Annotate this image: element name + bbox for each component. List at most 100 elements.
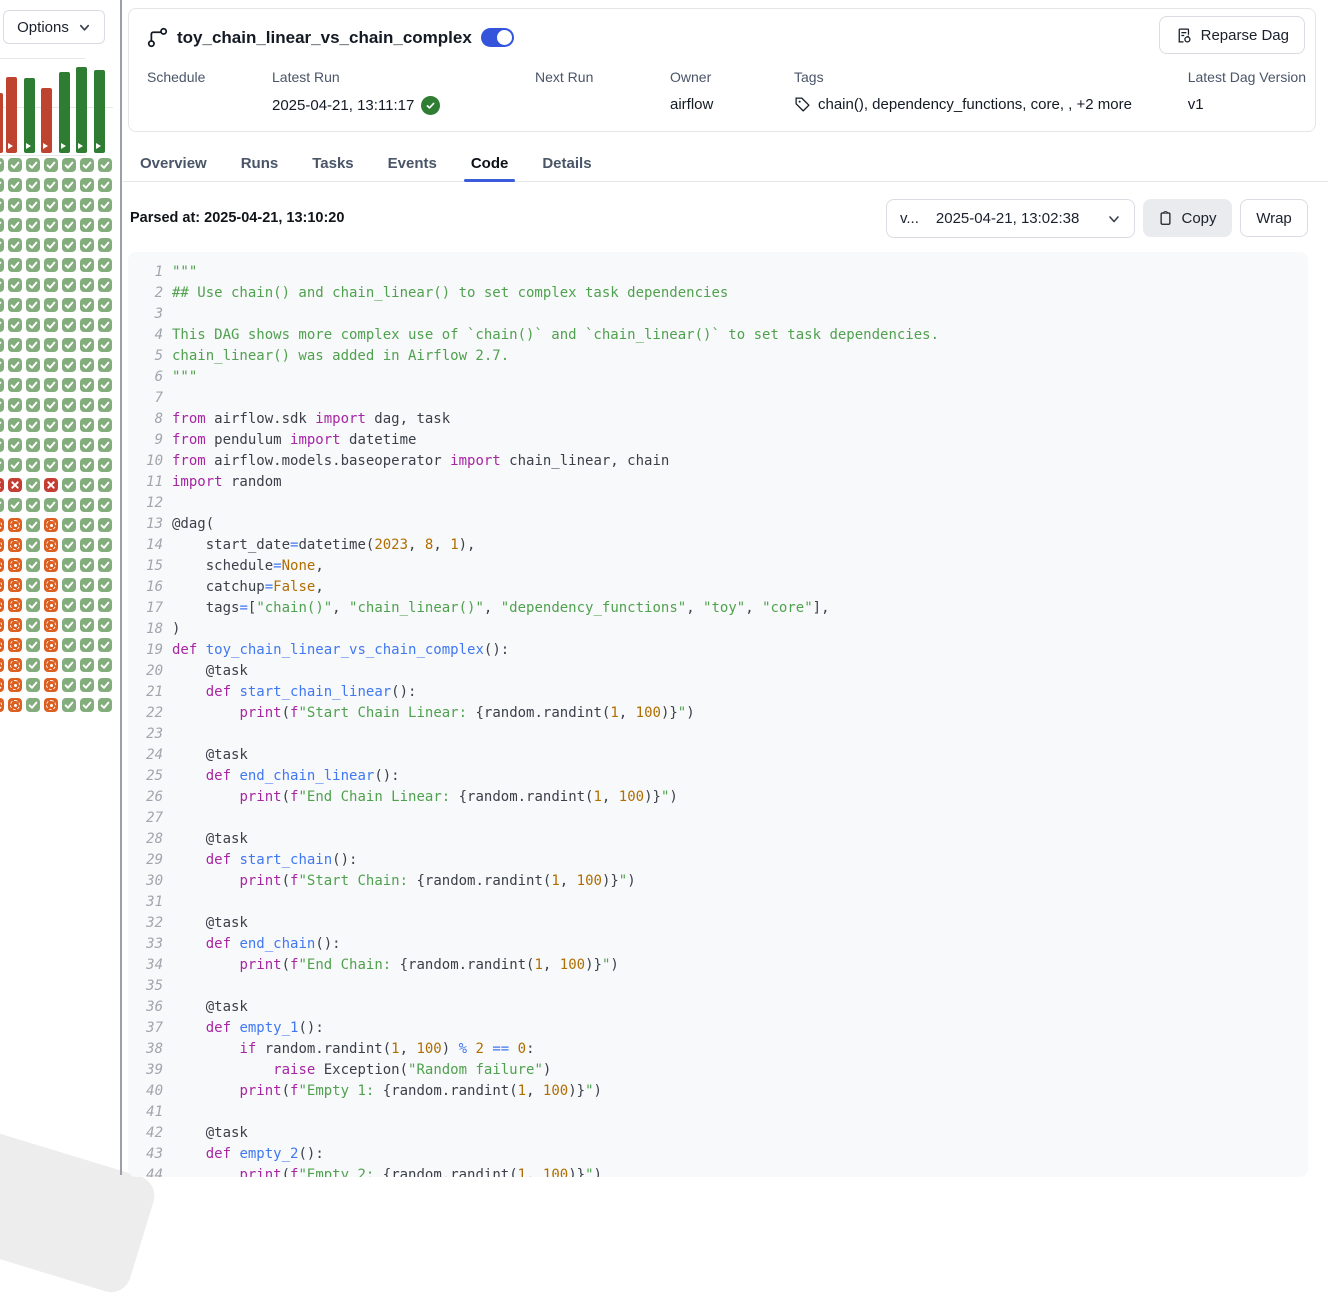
tab-code[interactable]: Code	[469, 145, 511, 181]
task-success-icon[interactable]	[62, 218, 76, 232]
dag-run-bar[interactable]	[94, 70, 105, 153]
task-success-icon[interactable]	[80, 198, 94, 212]
task-success-icon[interactable]	[8, 358, 22, 372]
task-success-icon[interactable]	[26, 218, 40, 232]
task-retry-icon[interactable]	[8, 578, 22, 592]
task-success-icon[interactable]	[98, 418, 112, 432]
task-success-icon[interactable]	[26, 558, 40, 572]
task-success-icon[interactable]	[44, 238, 58, 252]
reparse-dag-button[interactable]: Reparse Dag	[1159, 16, 1305, 54]
task-success-icon[interactable]	[80, 438, 94, 452]
task-success-icon[interactable]	[98, 658, 112, 672]
task-success-icon[interactable]	[62, 438, 76, 452]
task-success-icon[interactable]	[80, 518, 94, 532]
task-retry-icon[interactable]	[44, 558, 58, 572]
task-success-icon[interactable]	[8, 238, 22, 252]
task-success-icon[interactable]	[80, 278, 94, 292]
task-success-icon[interactable]	[98, 238, 112, 252]
task-success-icon[interactable]	[62, 538, 76, 552]
task-success-icon[interactable]	[62, 618, 76, 632]
task-retry-icon[interactable]	[0, 518, 4, 532]
task-success-icon[interactable]	[26, 398, 40, 412]
task-success-icon[interactable]	[98, 638, 112, 652]
task-success-icon[interactable]	[8, 178, 22, 192]
task-success-icon[interactable]	[0, 238, 4, 252]
task-success-icon[interactable]	[62, 638, 76, 652]
task-success-icon[interactable]	[44, 338, 58, 352]
task-success-icon[interactable]	[62, 158, 76, 172]
task-success-icon[interactable]	[8, 258, 22, 272]
task-success-icon[interactable]	[98, 498, 112, 512]
task-success-icon[interactable]	[98, 518, 112, 532]
task-success-icon[interactable]	[8, 298, 22, 312]
task-success-icon[interactable]	[80, 398, 94, 412]
task-retry-icon[interactable]	[0, 638, 4, 652]
tab-overview[interactable]: Overview	[138, 145, 209, 181]
task-success-icon[interactable]	[26, 458, 40, 472]
task-success-icon[interactable]	[98, 198, 112, 212]
task-success-icon[interactable]	[80, 318, 94, 332]
task-success-icon[interactable]	[80, 218, 94, 232]
task-success-icon[interactable]	[26, 658, 40, 672]
task-success-icon[interactable]	[8, 198, 22, 212]
task-success-icon[interactable]	[80, 358, 94, 372]
task-success-icon[interactable]	[26, 618, 40, 632]
task-success-icon[interactable]	[80, 478, 94, 492]
task-success-icon[interactable]	[8, 378, 22, 392]
task-retry-icon[interactable]	[44, 518, 58, 532]
task-success-icon[interactable]	[80, 638, 94, 652]
task-success-icon[interactable]	[0, 458, 4, 472]
task-success-icon[interactable]	[0, 218, 4, 232]
task-success-icon[interactable]	[98, 538, 112, 552]
task-success-icon[interactable]	[80, 378, 94, 392]
task-success-icon[interactable]	[98, 158, 112, 172]
task-success-icon[interactable]	[44, 178, 58, 192]
task-success-icon[interactable]	[26, 698, 40, 712]
task-success-icon[interactable]	[80, 538, 94, 552]
task-success-icon[interactable]	[62, 338, 76, 352]
task-success-icon[interactable]	[0, 338, 4, 352]
task-success-icon[interactable]	[62, 258, 76, 272]
task-retry-icon[interactable]	[44, 618, 58, 632]
task-success-icon[interactable]	[98, 558, 112, 572]
task-success-icon[interactable]	[62, 578, 76, 592]
task-success-icon[interactable]	[80, 618, 94, 632]
dag-enabled-toggle[interactable]	[481, 28, 514, 47]
copy-button[interactable]: Copy	[1143, 199, 1232, 237]
task-success-icon[interactable]	[8, 418, 22, 432]
task-retry-icon[interactable]	[0, 678, 4, 692]
task-success-icon[interactable]	[44, 398, 58, 412]
task-success-icon[interactable]	[80, 158, 94, 172]
task-success-icon[interactable]	[80, 238, 94, 252]
task-success-icon[interactable]	[62, 418, 76, 432]
task-success-icon[interactable]	[98, 378, 112, 392]
task-success-icon[interactable]	[80, 598, 94, 612]
task-success-icon[interactable]	[62, 698, 76, 712]
task-success-icon[interactable]	[26, 238, 40, 252]
dag-run-bar[interactable]	[59, 72, 70, 153]
task-success-icon[interactable]	[26, 438, 40, 452]
task-success-icon[interactable]	[0, 278, 4, 292]
dag-run-bar[interactable]	[41, 88, 52, 153]
task-success-icon[interactable]	[0, 298, 4, 312]
task-retry-icon[interactable]	[44, 698, 58, 712]
task-success-icon[interactable]	[44, 278, 58, 292]
task-success-icon[interactable]	[80, 678, 94, 692]
task-success-icon[interactable]	[98, 698, 112, 712]
task-success-icon[interactable]	[44, 258, 58, 272]
task-success-icon[interactable]	[26, 358, 40, 372]
task-success-icon[interactable]	[62, 518, 76, 532]
dag-run-bar[interactable]	[76, 67, 87, 153]
task-success-icon[interactable]	[26, 278, 40, 292]
task-success-icon[interactable]	[44, 158, 58, 172]
tab-events[interactable]: Events	[386, 145, 439, 181]
tab-details[interactable]: Details	[540, 145, 593, 181]
task-success-icon[interactable]	[98, 458, 112, 472]
task-retry-icon[interactable]	[8, 538, 22, 552]
task-success-icon[interactable]	[0, 358, 4, 372]
task-success-icon[interactable]	[26, 338, 40, 352]
task-success-icon[interactable]	[8, 318, 22, 332]
task-retry-icon[interactable]	[44, 538, 58, 552]
wrap-button[interactable]: Wrap	[1240, 199, 1308, 237]
task-retry-icon[interactable]	[44, 578, 58, 592]
